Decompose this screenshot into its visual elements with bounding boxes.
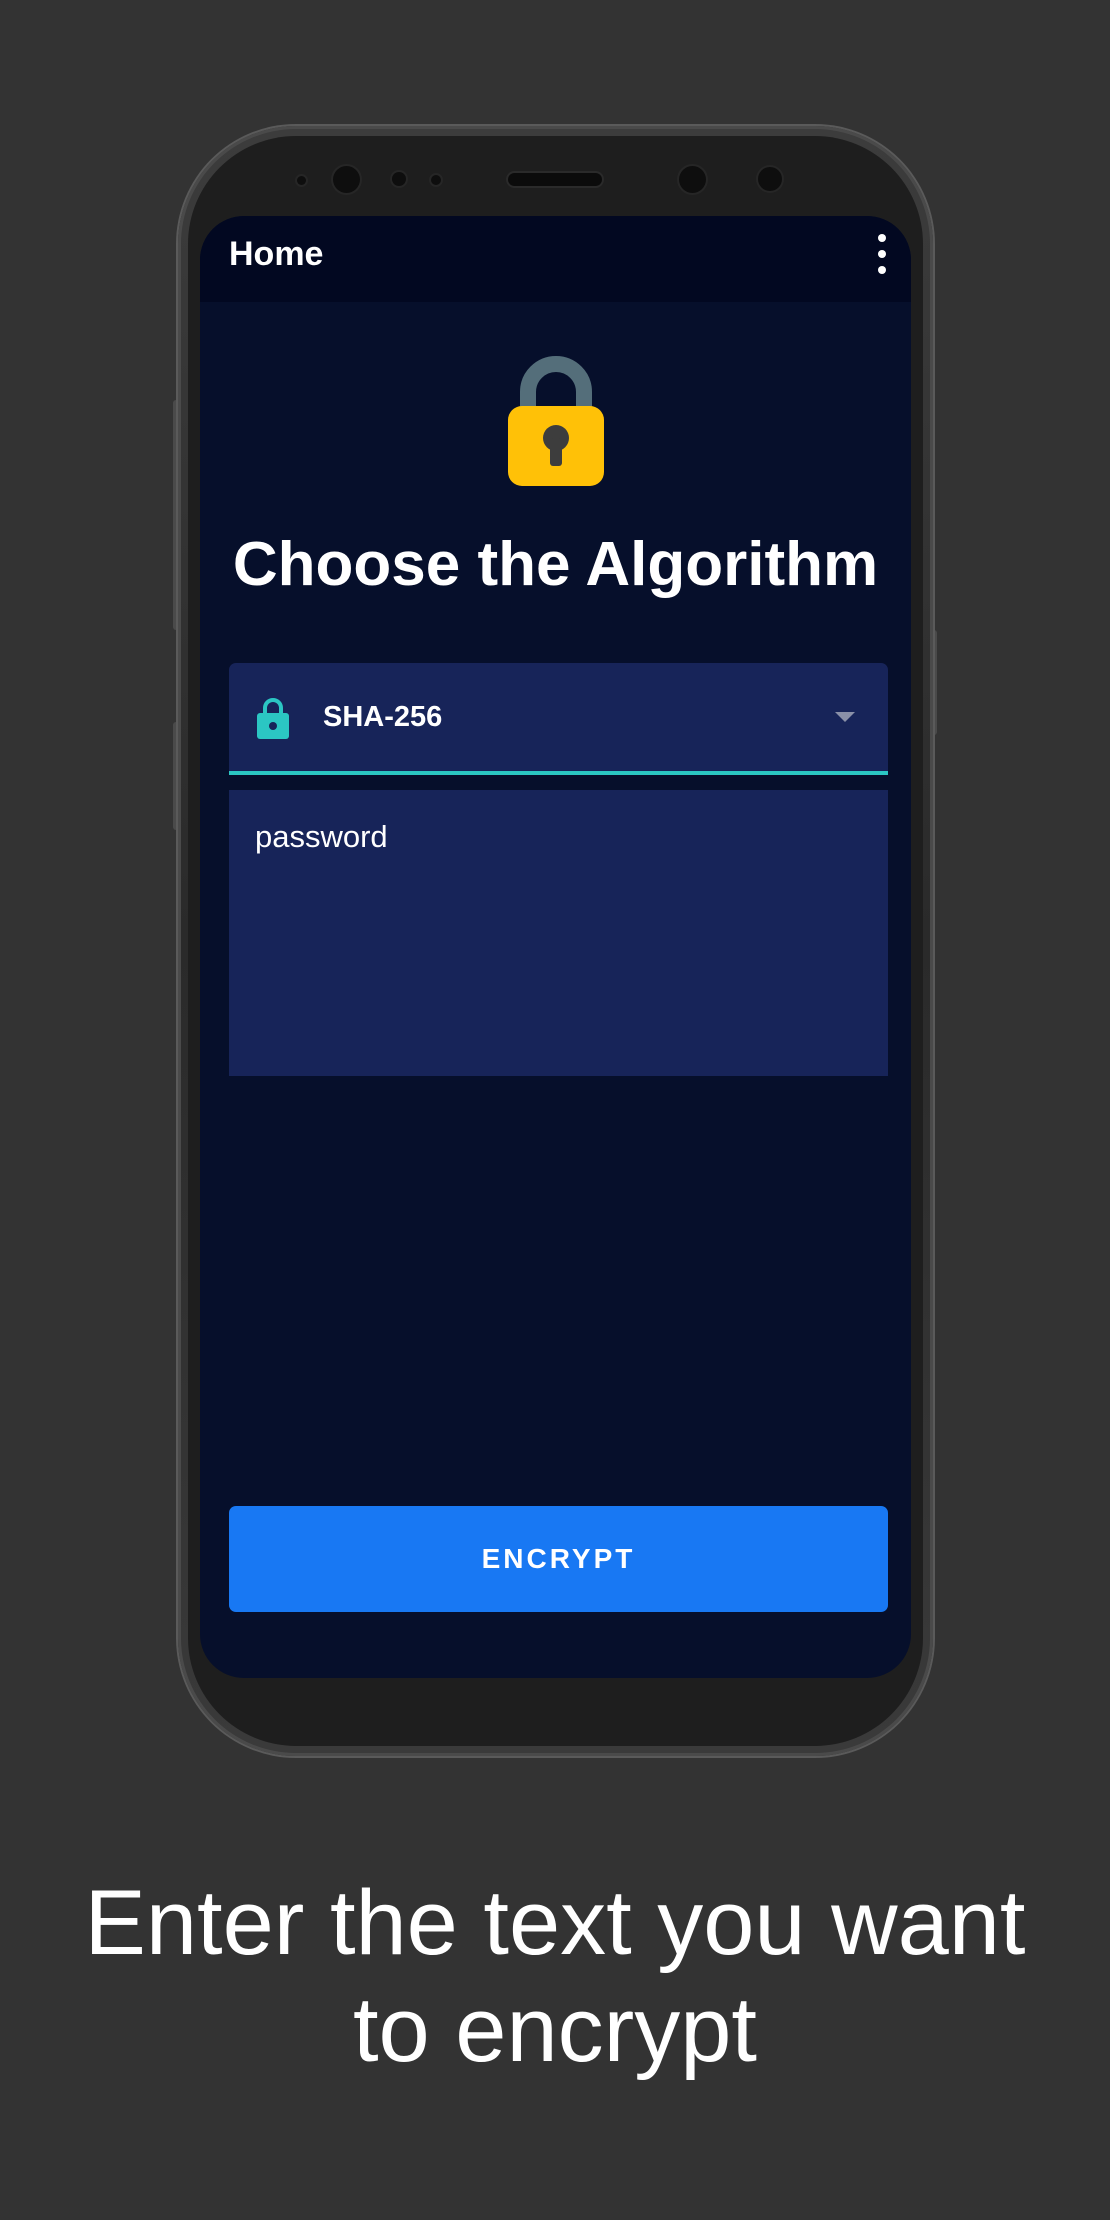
caption-line-1: Enter the text you want [84, 1872, 1026, 1974]
phone-sensor [758, 167, 782, 191]
text-input-value: password [255, 819, 388, 854]
app-screen: Home Choose the Algorithm SHA-256 passwo… [200, 216, 911, 1678]
algorithm-dropdown[interactable]: SHA-256 [229, 663, 888, 775]
encrypt-button-label: ENCRYPT [481, 1543, 636, 1574]
lock-icon [257, 698, 289, 739]
encrypt-button[interactable]: ENCRYPT [229, 1506, 888, 1612]
front-camera [333, 166, 360, 193]
phone-sensor [392, 172, 406, 186]
more-vert-icon[interactable] [875, 234, 889, 274]
caption-line-2: to encrypt [353, 1978, 757, 2081]
arrow-drop-down-icon [835, 712, 855, 722]
phone-speaker [508, 173, 602, 186]
promo-screenshot: Home Choose the Algorithm SHA-256 passwo… [0, 0, 1110, 2220]
section-heading: Choose the Algorithm [232, 530, 879, 599]
phone-sensor [297, 176, 306, 185]
front-camera [679, 166, 706, 193]
app-bar: Home [200, 216, 911, 302]
page-title: Home [229, 235, 324, 273]
algorithm-selected-value: SHA-256 [323, 701, 443, 733]
text-input[interactable]: password [229, 790, 888, 1076]
promo-caption: Enter the text you want to encrypt [40, 1870, 1070, 2083]
padlock-icon [508, 356, 604, 486]
phone-sensor [431, 175, 441, 185]
